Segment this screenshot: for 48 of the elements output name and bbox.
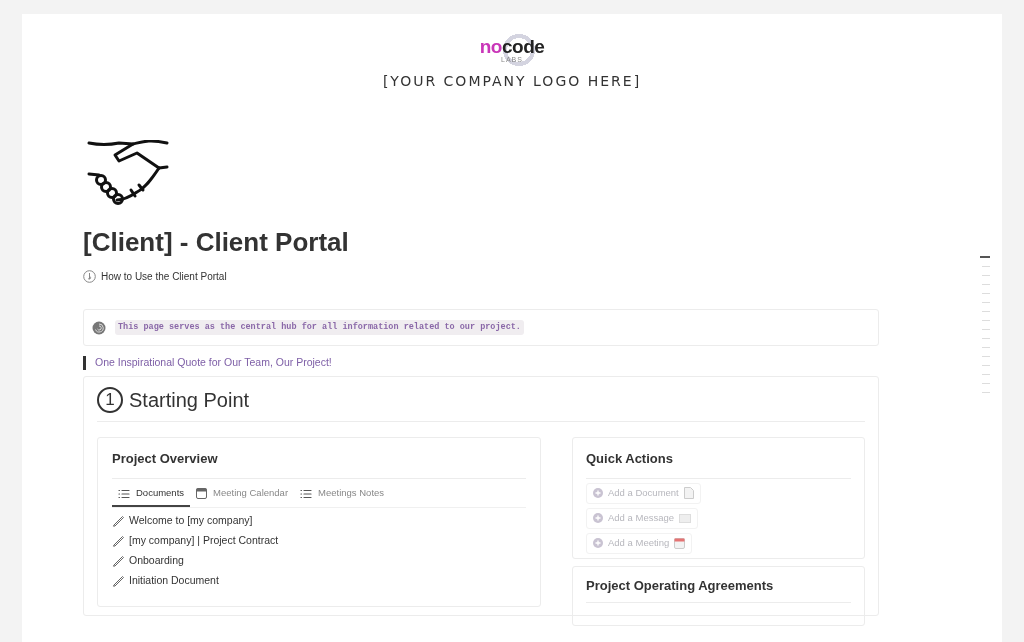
outline-marker[interactable] (982, 266, 990, 267)
page-title: [Client] - Client Portal (83, 226, 350, 258)
plus-circle-icon (593, 488, 603, 498)
calendar-icon (674, 537, 686, 549)
logo-caption: [YOUR COMPANY LOGO HERE] (382, 72, 642, 91)
list-icon (300, 488, 313, 499)
view-tab[interactable]: Meeting Calendar (190, 482, 295, 507)
outline-marker[interactable] (982, 365, 990, 366)
logo-wordmark: nocode (479, 37, 545, 56)
outline-marker[interactable] (982, 302, 990, 303)
section-number: 1 (97, 387, 123, 413)
plus-circle-icon (593, 538, 603, 548)
outline-marker[interactable] (982, 329, 990, 330)
callout-text: This page serves as the central hub for all information related to our project. (115, 320, 524, 335)
pencil-icon (112, 574, 125, 587)
document-item[interactable]: Welcome to [my company] (112, 510, 526, 531)
view-tab[interactable]: Meetings Notes (294, 482, 391, 507)
quote-text: One Inspirational Quote for Our Team, Our Project! (95, 355, 332, 371)
pencil-icon (112, 534, 125, 547)
list-icon (118, 488, 130, 499)
pencil-icon (112, 554, 125, 567)
plus-circle-icon (593, 513, 603, 523)
outline-marker[interactable] (982, 320, 990, 321)
overview-title: Project Overview (112, 438, 526, 479)
document-icon (683, 487, 694, 499)
quick-actions-title: Quick Actions (586, 438, 851, 479)
outline-marker[interactable] (982, 347, 990, 348)
section-title: Starting Point (129, 388, 250, 413)
outline-marker[interactable] (982, 356, 990, 357)
envelope-icon (679, 513, 691, 523)
pencil-icon (112, 514, 125, 527)
spiral-icon (92, 320, 106, 335)
page-link[interactable]: How to Use the Client Portal (83, 269, 227, 284)
outline-marker[interactable] (982, 392, 990, 393)
outline-marker[interactable] (980, 256, 990, 258)
outline-marker[interactable] (982, 284, 990, 285)
document-item[interactable]: Initiation Document (112, 570, 526, 591)
view-tab[interactable]: Documents (112, 482, 191, 507)
document-item[interactable]: [my company] | Project Contract (112, 530, 526, 551)
outline-marker[interactable] (982, 293, 990, 294)
outline-marker[interactable] (982, 311, 990, 312)
outline-marker[interactable] (982, 275, 990, 276)
agreements-title: Project Operating Agreements (586, 567, 851, 603)
outline-marker[interactable] (982, 338, 990, 339)
document-item[interactable]: Onboarding (112, 550, 526, 571)
outline-marker[interactable] (982, 374, 990, 375)
calendar-icon (196, 488, 208, 499)
outline-marker[interactable] (982, 383, 990, 384)
